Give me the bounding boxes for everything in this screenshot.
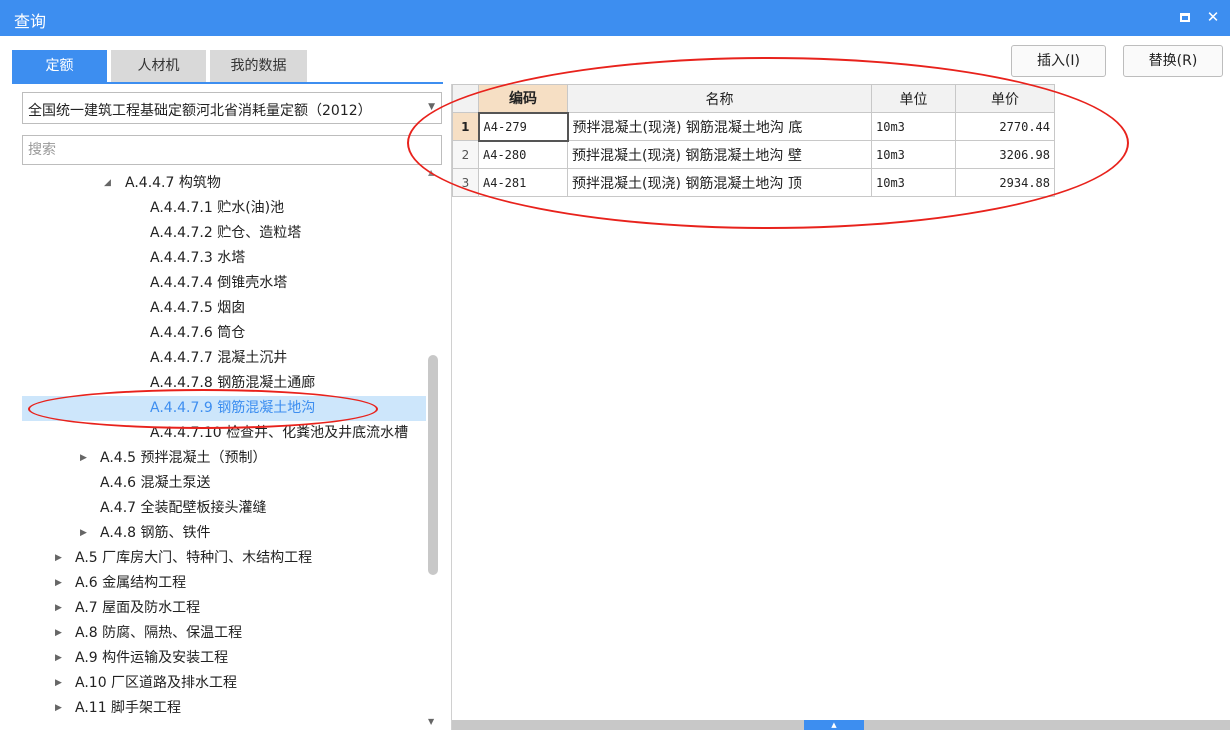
cell-unit[interactable]: 10m3 [871, 168, 956, 197]
tree-item[interactable]: ▶ A.8 防腐、隔热、保温工程 [22, 621, 426, 646]
expand-arrow-icon[interactable]: ▶ [55, 696, 62, 719]
tree-item[interactable]: A.4.7 全装配壁板接头灌缝 [22, 496, 426, 521]
tree-item[interactable]: A.4.4.7.5 烟囱 [22, 296, 426, 321]
expand-arrow-icon[interactable]: ▶ [55, 646, 62, 671]
expand-arrow-icon[interactable]: ▶ [55, 571, 62, 596]
tree-item[interactable]: ▶ A.4.5 预拌混凝土（预制） [22, 446, 426, 471]
cell-unit[interactable]: 10m3 [871, 140, 956, 169]
chevron-down-icon[interactable]: ▼ [428, 102, 435, 112]
cell-price[interactable]: 3206.98 [955, 140, 1055, 169]
tree-item[interactable]: ▶ A.9 构件运输及安装工程 [22, 646, 426, 671]
cell-price[interactable]: 2770.44 [955, 112, 1055, 141]
expand-arrow-icon[interactable]: ▶ [55, 621, 62, 646]
collapse-arrow-icon[interactable]: ◢ [104, 171, 111, 196]
cell-unit[interactable]: 10m3 [871, 112, 956, 141]
tab-my-data[interactable]: 我的数据 [210, 50, 307, 82]
table-row[interactable]: 1 A4-279 预拌混凝土(现浇) 钢筋混凝土地沟 底 10m3 2770.4… [452, 111, 1055, 142]
tree-scrollbar[interactable]: ▲ ▼ [426, 168, 440, 730]
expand-arrow-icon[interactable]: ▶ [80, 446, 87, 471]
library-select-value: 全国统一建筑工程基础定额河北省消耗量定额（2012） [28, 103, 372, 119]
maximize-icon[interactable] [1174, 6, 1196, 28]
column-header-code[interactable]: 编码 [478, 84, 568, 113]
column-header-name[interactable]: 名称 [567, 84, 872, 113]
expand-arrow-icon[interactable]: ▶ [80, 521, 87, 546]
row-number: 1 [452, 112, 479, 141]
column-header-unit[interactable]: 单位 [871, 84, 956, 113]
replace-button[interactable]: 替换(R) [1123, 45, 1223, 77]
tree-item[interactable]: ▶ A.11 脚手架工程 [22, 696, 426, 719]
tab-quota[interactable]: 定额 [12, 50, 107, 82]
splitter-bar[interactable]: ▲ [452, 720, 1230, 730]
cell-code[interactable]: A4-281 [478, 168, 568, 197]
tree-item-selected[interactable]: A.4.4.7.9 钢筋混凝土地沟 [22, 396, 426, 421]
expand-arrow-icon[interactable]: ▶ [55, 596, 62, 621]
expand-arrow-icon[interactable]: ▶ [55, 546, 62, 571]
tree-item[interactable]: A.4.4.7.8 钢筋混凝土通廊 [22, 371, 426, 396]
category-panel: 全国统一建筑工程基础定额河北省消耗量定额（2012） ▼ ◢ A.4.4.7 构… [12, 84, 443, 730]
results-grid: 编码 名称 单位 单价 1 A4-279 预拌混凝土(现浇) 钢筋混凝土地沟 底… [452, 84, 1055, 197]
tree-item[interactable]: A.4.4.7.1 贮水(油)池 [22, 196, 426, 221]
search-input[interactable] [22, 135, 442, 165]
tree-item[interactable]: ▶ A.6 金属结构工程 [22, 571, 426, 596]
scroll-up-icon[interactable]: ▲ [428, 168, 434, 177]
tree-item[interactable]: A.4.4.7.3 水塔 [22, 246, 426, 271]
cell-name[interactable]: 预拌混凝土(现浇) 钢筋混凝土地沟 壁 [567, 140, 872, 169]
category-tree: ◢ A.4.4.7 构筑物 A.4.4.7.1 贮水(油)池 A.4.4.7.2… [22, 171, 426, 719]
tree-item[interactable]: A.4.4.7.2 贮仓、造粒塔 [22, 221, 426, 246]
results-panel: 编码 名称 单位 单价 1 A4-279 预拌混凝土(现浇) 钢筋混凝土地沟 底… [451, 84, 1230, 730]
cell-code[interactable]: A4-279 [477, 111, 569, 142]
cell-code[interactable]: A4-280 [478, 140, 568, 169]
splitter-grip-icon[interactable]: ▲ [804, 720, 864, 730]
title-bar: 查询 ✕ [0, 0, 1230, 36]
tree-item[interactable]: ▶ A.4.8 钢筋、铁件 [22, 521, 426, 546]
scrollbar-thumb[interactable] [428, 355, 438, 575]
scroll-down-icon[interactable]: ▼ [428, 717, 434, 726]
tree-item[interactable]: ▶ A.5 厂库房大门、特种门、木结构工程 [22, 546, 426, 571]
tree-item[interactable]: ▶ A.10 厂区道路及排水工程 [22, 671, 426, 696]
column-header-price[interactable]: 单价 [955, 84, 1055, 113]
table-row[interactable]: 3 A4-281 预拌混凝土(现浇) 钢筋混凝土地沟 顶 10m3 2934.8… [452, 168, 1055, 197]
close-icon[interactable]: ✕ [1202, 6, 1224, 28]
tree-item[interactable]: A.4.4.7.4 倒锥壳水塔 [22, 271, 426, 296]
tree-item[interactable]: ▶ A.7 屋面及防水工程 [22, 596, 426, 621]
window-title: 查询 [14, 12, 47, 31]
row-number: 3 [452, 168, 479, 197]
table-row[interactable]: 2 A4-280 预拌混凝土(现浇) 钢筋混凝土地沟 壁 10m3 3206.9… [452, 140, 1055, 169]
insert-button[interactable]: 插入(I) [1011, 45, 1106, 77]
expand-arrow-icon[interactable]: ▶ [55, 671, 62, 696]
tree-item[interactable]: A.4.4.7.10 检查井、化粪池及井底流水槽 [22, 421, 426, 446]
tree-item[interactable]: A.4.4.7.7 混凝土沉井 [22, 346, 426, 371]
cell-name[interactable]: 预拌混凝土(现浇) 钢筋混凝土地沟 顶 [567, 168, 872, 197]
tree-item[interactable]: A.4.6 混凝土泵送 [22, 471, 426, 496]
row-number: 2 [452, 140, 479, 169]
cell-name[interactable]: 预拌混凝土(现浇) 钢筋混凝土地沟 底 [567, 112, 872, 141]
tab-labor-material-machine[interactable]: 人材机 [111, 50, 206, 82]
tree-item[interactable]: A.4.4.7.6 筒仓 [22, 321, 426, 346]
cell-price[interactable]: 2934.88 [955, 168, 1055, 197]
row-number-header [452, 84, 479, 113]
tree-item[interactable]: ◢ A.4.4.7 构筑物 [22, 171, 426, 196]
grid-header-row: 编码 名称 单位 单价 [452, 84, 1055, 113]
library-select[interactable]: 全国统一建筑工程基础定额河北省消耗量定额（2012） ▼ [22, 92, 442, 124]
